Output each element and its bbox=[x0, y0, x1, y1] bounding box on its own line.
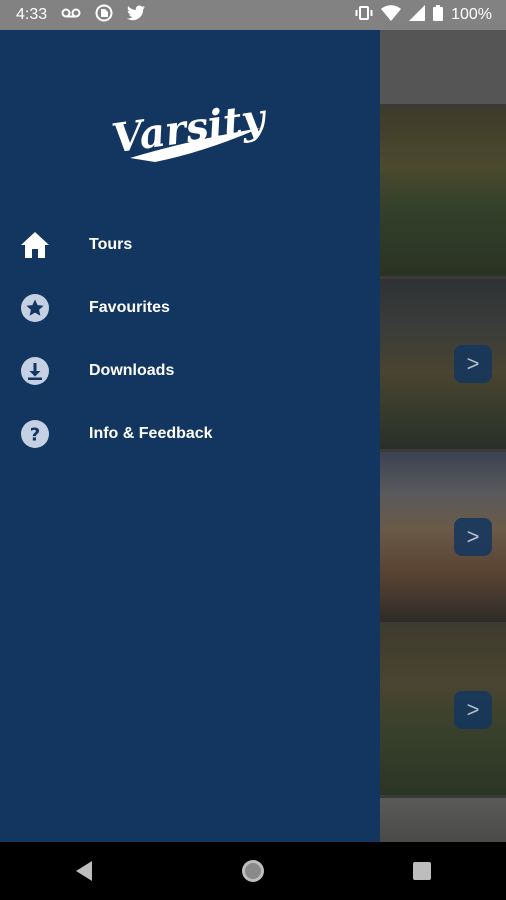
tour-card[interactable]: > bbox=[380, 279, 506, 449]
recents-icon[interactable] bbox=[392, 851, 452, 891]
menu-item-info-feedback[interactable]: ? Info & Feedback bbox=[0, 402, 380, 465]
campus-varsity-logo: Varsity bbox=[109, 80, 271, 190]
drawer-menu: Tours Favourites Downloads ? Info & Feed… bbox=[0, 213, 380, 465]
menu-item-label: Favourites bbox=[89, 298, 170, 316]
tour-card-arrow-button[interactable]: > bbox=[454, 345, 492, 383]
battery-icon bbox=[433, 4, 444, 26]
home-circle-icon[interactable] bbox=[223, 851, 283, 891]
cell-signal-icon bbox=[409, 4, 426, 26]
back-icon[interactable] bbox=[54, 851, 114, 891]
twitter-icon bbox=[127, 5, 146, 26]
svg-text:?: ? bbox=[30, 424, 40, 445]
tour-card[interactable]: > bbox=[380, 625, 506, 795]
battery-percent: 100% bbox=[451, 6, 492, 23]
menu-item-favourites[interactable]: Favourites bbox=[0, 276, 380, 339]
menu-item-label: Tours bbox=[89, 235, 133, 253]
help-icon: ? bbox=[20, 419, 50, 449]
tour-card[interactable]: > bbox=[380, 452, 506, 622]
menu-item-tours[interactable]: Tours bbox=[0, 213, 380, 276]
tour-card-arrow-button[interactable]: > bbox=[454, 691, 492, 729]
no-sim-icon bbox=[95, 4, 113, 27]
system-navigation-bar bbox=[0, 842, 506, 900]
wifi-icon bbox=[381, 4, 402, 26]
status-time: 4:33 bbox=[16, 6, 48, 23]
tour-card-arrow-button[interactable]: > bbox=[454, 518, 492, 556]
app-bar-background bbox=[380, 30, 506, 104]
menu-item-label: Info & Feedback bbox=[89, 424, 213, 442]
tour-card[interactable] bbox=[380, 798, 506, 842]
star-icon bbox=[20, 293, 50, 323]
navigation-drawer: Varsity Tours Favourites Downloads ? Inf… bbox=[0, 30, 380, 842]
vibrate-icon bbox=[355, 5, 373, 25]
status-bar: 4:33 100% bbox=[0, 0, 506, 30]
menu-item-label: Downloads bbox=[89, 361, 175, 379]
menu-item-downloads[interactable]: Downloads bbox=[0, 339, 380, 402]
tour-card[interactable] bbox=[380, 106, 506, 276]
download-icon bbox=[20, 356, 50, 386]
home-icon bbox=[20, 230, 50, 260]
voicemail-icon bbox=[61, 6, 81, 24]
